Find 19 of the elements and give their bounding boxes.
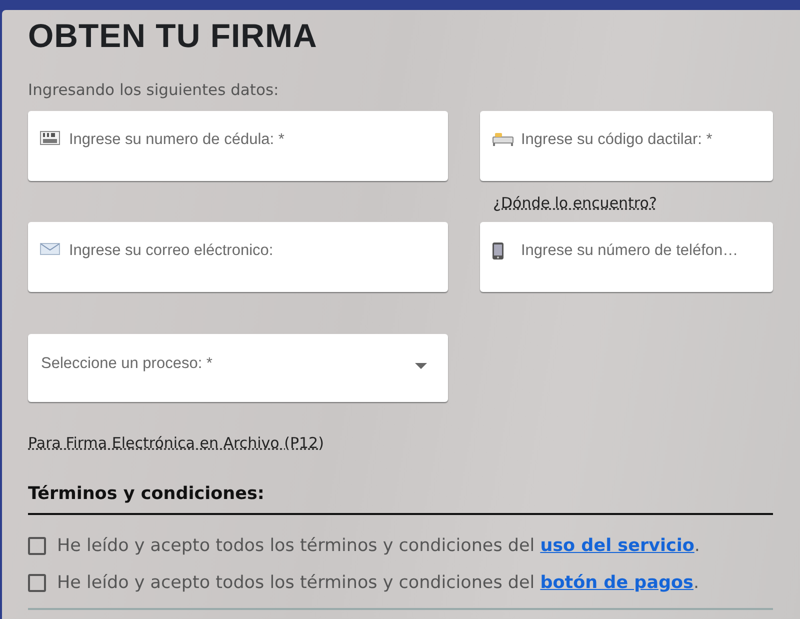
help-link[interactable]: ¿Dónde lo encuentro? (493, 194, 657, 212)
terms-text: He leído y acepto todos los términos y condiciones del botón de pagos. (57, 572, 700, 594)
phone-icon (492, 242, 504, 260)
checkbox[interactable] (28, 537, 46, 555)
checkbox[interactable] (28, 574, 46, 592)
input-field[interactable]: Ingrese su numero de cédula: * (28, 111, 448, 181)
caret-icon (415, 363, 427, 369)
input-field[interactable]: Ingrese su código dactilar: * (480, 111, 773, 181)
page-title: OBTEN TU FIRMA (28, 16, 318, 56)
form-subtitle: Ingresando los siguientes datos: (28, 80, 279, 100)
terms-text: He leído y acepto todos los términos y condiciones del uso del servicio. (57, 535, 700, 557)
id-card-icon (40, 131, 60, 145)
bed-icon (492, 133, 514, 146)
process-info-link[interactable]: Para Firma Electrónica en Archivo (P12) (28, 433, 324, 453)
input-field[interactable]: Ingrese su número de teléfon… (480, 222, 773, 292)
envelope-icon (40, 243, 60, 255)
process-select[interactable]: Seleccione un proceso: * (28, 334, 448, 402)
terms-heading: Términos y condiciones: (28, 483, 264, 505)
input-field[interactable]: Ingrese su correo eléctronico: (28, 222, 448, 292)
